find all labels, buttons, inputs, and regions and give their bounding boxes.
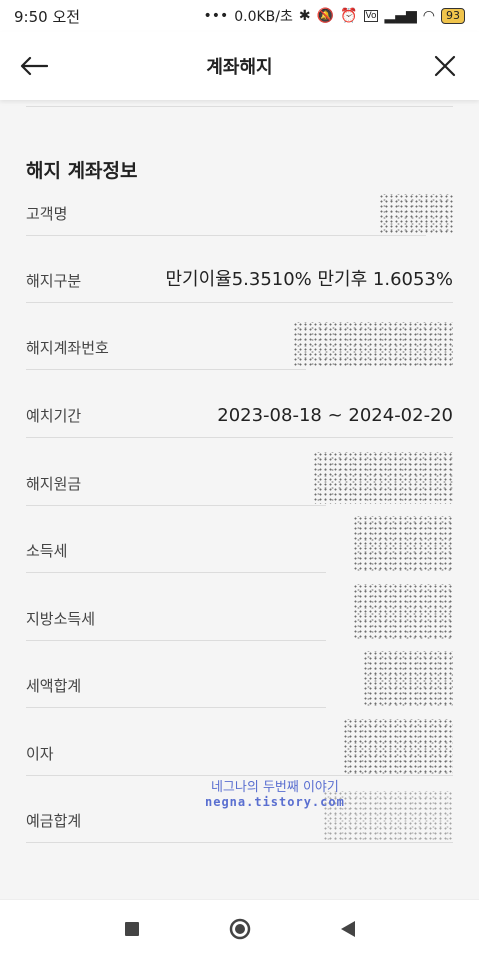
volte-icon: Vo [363,10,379,22]
row-deposit-period: 예치기간 2023-08-18 ~ 2024-02-20 [26,378,453,438]
row-divider [26,235,426,236]
row-termination-type: 해지구분 만기이율5.3510% 만기후 1.6053% [26,243,453,303]
watermark-line2: negna.tistory.com [205,795,345,809]
row-principal: 해지원금 [26,446,453,506]
row-divider [26,775,453,776]
row-label: 고객명 [26,205,68,223]
row-label: 예금합계 [26,812,82,830]
redacted-value [293,322,453,368]
divider [26,106,453,107]
mute-icon: 🔕 [316,8,335,24]
redacted-value [353,584,453,639]
row-label: 해지원금 [26,475,82,493]
redacted-value [353,516,453,571]
network-speed: 0.0KB/초 [234,9,293,25]
watermark: 네그나의 두번째 이야기 negna.tistory.com [205,780,345,810]
clock: 9:50 [14,7,48,26]
row-divider [26,505,326,506]
redacted-value [343,719,453,774]
status-bar: 9:50 오전 ••• 0.0KB/초 ✱ 🔕 ⏰ Vo ▂▄▆ ◠ 93 [0,0,479,32]
row-divider [26,842,453,843]
more-dots-icon: ••• [203,8,229,24]
row-divider [26,369,306,370]
alarm-icon: ⏰ [340,8,358,24]
account-info-panel: 해지 계좌정보 고객명 해지구분 만기이율5.3510% 만기후 1.6053%… [0,100,479,900]
system-nav-bar [0,899,479,958]
signal-icon: ▂▄▆ [384,8,417,24]
row-divider [26,437,453,438]
redacted-value [379,194,453,234]
circle-icon[interactable] [225,914,255,944]
row-tax-total: 세액합계 [26,648,453,708]
app-bar: 계좌해지 [0,32,479,100]
close-icon[interactable] [427,48,463,84]
row-label: 예치기간 [26,407,82,425]
row-value: 2023-08-18 ~ 2024-02-20 [217,405,453,426]
row-divider [26,302,453,303]
row-label: 소득세 [26,542,68,560]
square-icon[interactable] [117,914,147,944]
watermark-line1: 네그나의 두번째 이야기 [210,780,339,795]
row-label: 이자 [26,745,54,763]
status-time: 9:50 오전 [14,6,80,27]
row-value: 만기이율5.3510% 만기후 1.6053% [165,269,453,290]
row-label: 세액합계 [26,677,82,695]
clock-ampm: 오전 [52,7,81,26]
row-account-number: 해지계좌번호 [26,310,453,370]
row-label: 지방소득세 [26,610,96,628]
bluetooth-icon: ✱ [298,8,311,24]
row-income-tax: 소득세 [26,513,453,573]
status-icons: ••• 0.0KB/초 ✱ 🔕 ⏰ Vo ▂▄▆ ◠ 93 [203,6,465,26]
row-label: 해지계좌번호 [26,339,109,357]
row-interest: 이자 [26,716,453,776]
redacted-value [313,452,453,504]
row-local-income-tax: 지방소득세 [26,581,453,641]
wifi-icon: ◠ [422,8,435,24]
arrow-left-icon[interactable] [16,48,52,84]
battery-icon: 93 [441,8,465,24]
row-divider [26,572,326,573]
row-customer-name: 고객명 [26,176,453,236]
redacted-value [363,651,453,706]
row-divider [26,707,326,708]
row-label: 해지구분 [26,272,82,290]
triangle-back-icon[interactable] [333,914,363,944]
row-divider [26,640,326,641]
page-title: 계좌해지 [206,57,273,78]
